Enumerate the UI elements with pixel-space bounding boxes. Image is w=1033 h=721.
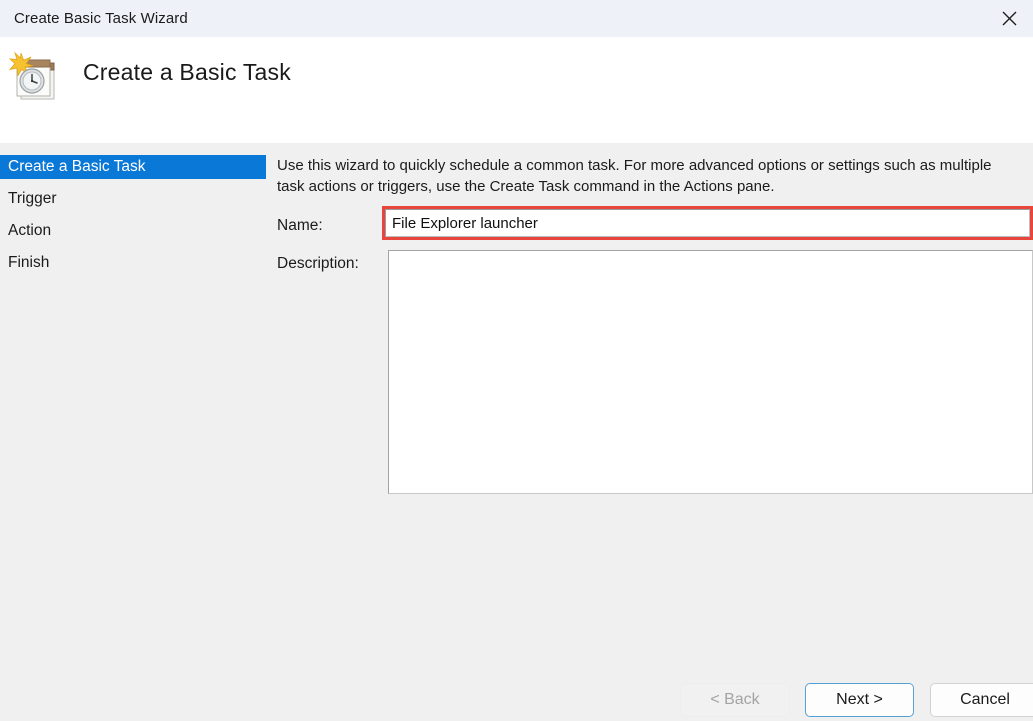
wizard-intro-text: Use this wizard to quickly schedule a co… bbox=[277, 157, 992, 195]
sidebar-item-label: Trigger bbox=[8, 190, 57, 207]
cancel-button[interactable]: Cancel bbox=[930, 683, 1033, 717]
name-field-highlight bbox=[382, 206, 1033, 240]
cancel-button-label: Cancel bbox=[960, 691, 1010, 708]
description-input[interactable] bbox=[388, 250, 1033, 494]
back-button-label: < Back bbox=[710, 691, 760, 708]
back-button[interactable]: < Back bbox=[680, 683, 790, 717]
create-basic-task-wizard-window: Create Basic Task Wizard Create a Basic … bbox=[0, 0, 1033, 721]
wizard-footer: < Back Next > Cancel bbox=[0, 675, 1033, 721]
next-button[interactable]: Next > bbox=[805, 683, 914, 717]
next-button-label: Next > bbox=[836, 691, 883, 708]
window-title: Create Basic Task Wizard bbox=[14, 10, 188, 27]
sidebar-item-label: Action bbox=[8, 222, 52, 239]
wizard-header: Create a Basic Task bbox=[0, 37, 1033, 143]
sidebar-item-action[interactable]: Action bbox=[0, 219, 266, 243]
sidebar-item-label: Create a Basic Task bbox=[8, 158, 146, 175]
sidebar-item-finish[interactable]: Finish bbox=[0, 251, 266, 275]
name-label: Name: bbox=[277, 217, 323, 234]
name-input[interactable] bbox=[385, 209, 1030, 237]
title-bar: Create Basic Task Wizard bbox=[0, 0, 1033, 37]
wizard-step-list: Create a Basic Task Trigger Action Finis… bbox=[0, 155, 266, 283]
sidebar-item-trigger[interactable]: Trigger bbox=[0, 187, 266, 211]
close-icon[interactable] bbox=[985, 0, 1033, 37]
sidebar-item-label: Finish bbox=[8, 254, 50, 271]
description-label: Description: bbox=[277, 255, 359, 272]
page-title: Create a Basic Task bbox=[83, 59, 291, 85]
sidebar-item-create-a-basic-task[interactable]: Create a Basic Task bbox=[0, 155, 266, 179]
task-scheduler-calendar-clock-icon bbox=[8, 51, 62, 105]
wizard-body: Create a Basic Task Trigger Action Finis… bbox=[0, 143, 1033, 721]
